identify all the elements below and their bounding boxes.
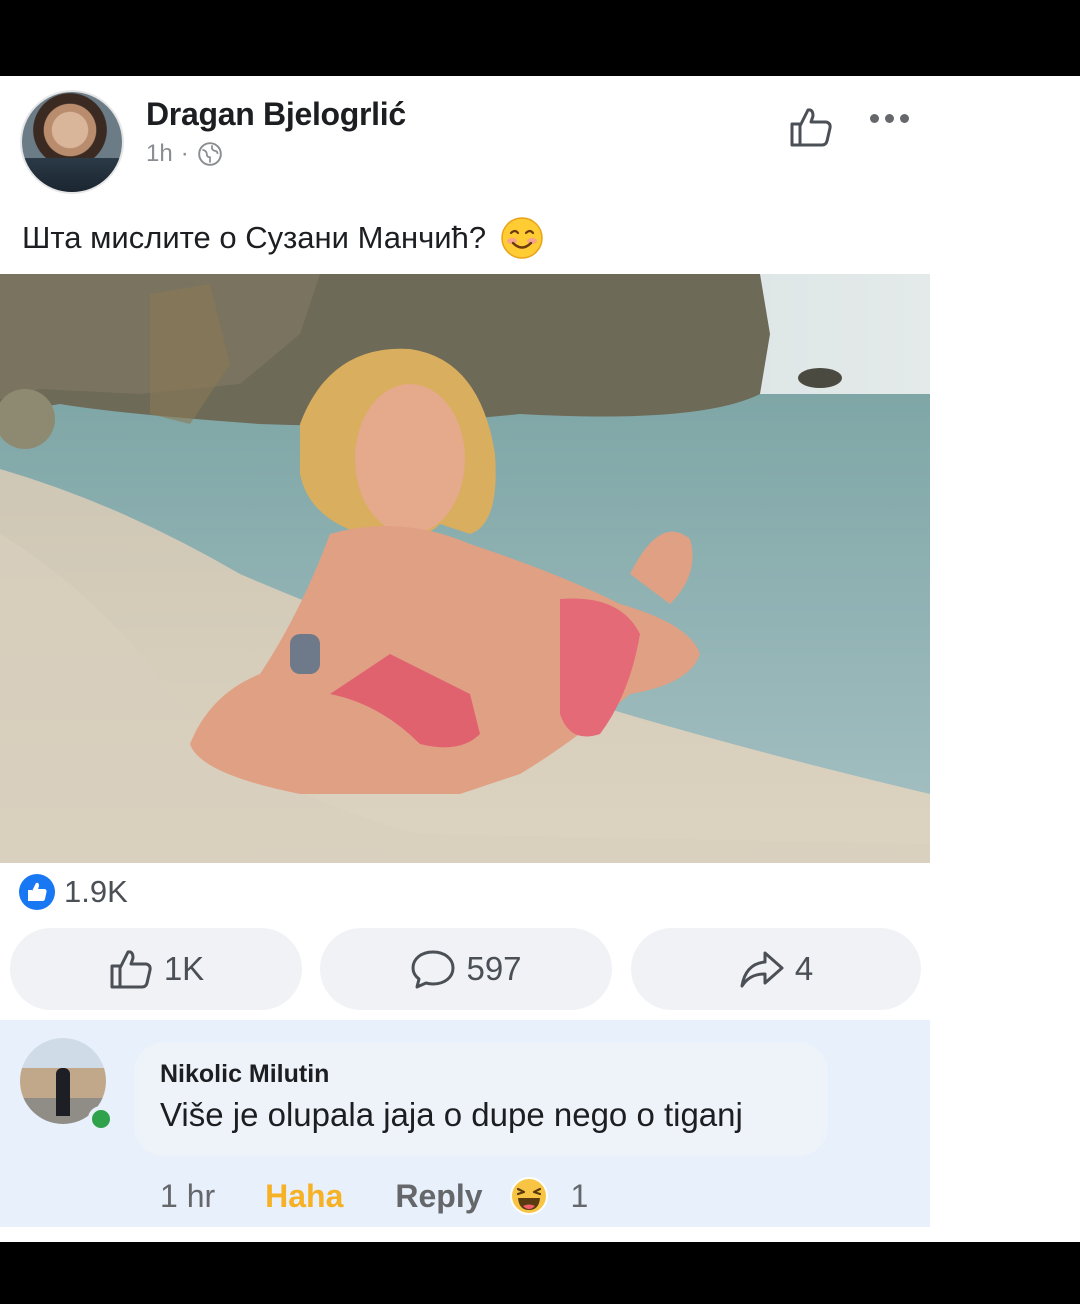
comment-item: Nikolic Milutin Više je olupala jaja o d… [0, 1020, 930, 1227]
reactions-summary[interactable]: 1.9K [18, 873, 128, 911]
post-time[interactable]: 1h [146, 140, 173, 168]
comment-reaction-count: 1 [570, 1177, 589, 1214]
post-meta: 1h · [146, 140, 223, 168]
share-count: 4 [794, 950, 814, 987]
comment-button[interactable]: 597 [320, 928, 612, 1010]
share-icon [740, 951, 784, 988]
status-bar [0, 0, 1080, 76]
comment-icon [411, 950, 455, 989]
author-avatar[interactable] [20, 90, 124, 194]
like-badge-icon [19, 874, 55, 910]
like-button[interactable]: 1K [10, 928, 302, 1010]
like-outline-icon [110, 950, 152, 989]
reactions-count: 1.9K [64, 874, 128, 909]
caption-text: Шта мислите о Сузани Манчић? [22, 220, 487, 255]
like-count: 1K [163, 950, 205, 987]
post-caption: Шта мислите о Сузани Манчић? [22, 216, 544, 260]
navigation-bar [0, 1242, 1080, 1304]
more-icon[interactable] [870, 114, 912, 126]
share-button[interactable]: 4 [631, 928, 921, 1010]
post-card: Dragan Bjelogrlić 1h · Шта мислите о Суз… [0, 76, 1080, 1242]
online-status-icon [88, 1106, 114, 1132]
smile-emoji-icon [501, 217, 543, 259]
comment-actions: 1 hr Haha Reply 1 [160, 1176, 588, 1216]
meta-separator: · [180, 140, 189, 167]
like-outline-icon[interactable] [788, 106, 834, 148]
author-name[interactable]: Dragan Bjelogrlić [146, 96, 406, 133]
haha-emoji-icon[interactable] [509, 1176, 549, 1216]
commenter-name[interactable]: Nikolic Milutin [160, 1060, 329, 1089]
post-photo[interactable] [0, 274, 930, 863]
haha-reaction-button[interactable]: Haha [265, 1178, 343, 1215]
comment-text: Više je olupala jaja o dupe nego o tigan… [160, 1096, 743, 1133]
comment-time[interactable]: 1 hr [160, 1178, 215, 1215]
reply-button[interactable]: Reply [395, 1178, 482, 1215]
comment-count: 597 [466, 950, 522, 987]
globe-icon [197, 142, 222, 166]
